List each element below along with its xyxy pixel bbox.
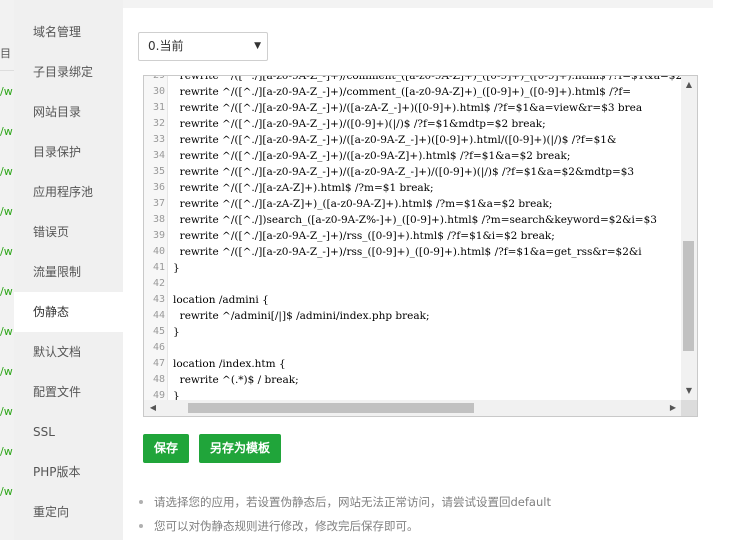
code-text: rewrite ^/([^./][a-z0-9A-Z_-]+)/comment_… — [173, 86, 632, 98]
sidebar-item-config-file[interactable]: 配置文件 — [14, 372, 123, 412]
scroll-up-icon[interactable]: ▲ — [681, 78, 697, 92]
line-number: 35 — [152, 166, 165, 177]
horizontal-scroll-thumb[interactable] — [188, 403, 474, 413]
code-text: location /admini { — [173, 294, 269, 306]
code-text: } — [173, 326, 180, 338]
background-fragment: /w — [0, 165, 13, 178]
chevron-down-icon: ▼ — [254, 41, 261, 51]
vertical-scroll-thumb[interactable] — [683, 241, 694, 351]
line-number: 30 — [152, 86, 165, 97]
background-fragment: /w — [0, 245, 13, 258]
line-number: 31 — [152, 102, 165, 113]
line-number: 48 — [152, 374, 165, 385]
line-number: 47 — [152, 358, 165, 369]
tip-item: 您可以对伪静态规则进行修改，修改完后保存即可。 — [138, 514, 718, 538]
scroll-right-icon[interactable]: ▶ — [666, 400, 680, 416]
line-number: 41 — [152, 262, 165, 273]
sidebar-item-ssl[interactable]: SSL — [14, 412, 123, 452]
background-fragment: /w — [0, 85, 13, 98]
sidebar-item-redirect[interactable]: 重定向 — [14, 492, 123, 532]
save-button[interactable]: 保存 — [143, 434, 189, 463]
rewrite-rule-select[interactable]: 0.当前 ▼ — [138, 32, 268, 61]
sidebar-item-dir-protection[interactable]: 目录保护 — [14, 132, 123, 172]
code-text: rewrite ^/([^./][a-z0-9A-Z_-]+)/([a-z0-9… — [173, 134, 617, 146]
scroll-left-icon[interactable]: ◀ — [146, 400, 160, 416]
background-page: 目 /w /w /w /w /w /w /w /w /w /w /w — [0, 0, 14, 540]
save-as-template-button[interactable]: 另存为模板 — [199, 434, 281, 463]
code-text: rewrite ^/([^./][a-z0-9A-Z_-]+)/([a-z0-9… — [173, 150, 571, 162]
line-number: 45 — [152, 326, 165, 337]
code-text: rewrite ^/([^./])search_([a-z0-9A-Z%-]+)… — [173, 214, 657, 226]
code-text: rewrite ^/([^./][a-z0-9A-Z_-]+)/comment_… — [179, 76, 682, 82]
line-number: 34 — [152, 150, 165, 161]
sidebar-item-error-page[interactable]: 错误页 — [14, 212, 123, 252]
sidebar-item-traffic-limit[interactable]: 流量限制 — [14, 252, 123, 292]
line-number: 42 — [152, 278, 165, 289]
code-text: rewrite ^(.*)$ / break; — [173, 374, 299, 386]
settings-sidebar: 域名管理 子目录绑定 网站目录 目录保护 应用程序池 错误页 流量限制 伪静态 … — [14, 0, 123, 540]
background-fragment: /w — [0, 325, 13, 338]
tip-item: 请选择您的应用，若设置伪静态后，网站无法正常访问，请尝试设置回default — [138, 490, 718, 514]
background-fragment: /w — [0, 445, 13, 458]
line-number: 38 — [152, 214, 165, 225]
background-fragment: /w — [0, 485, 13, 498]
line-number: 43 — [152, 294, 165, 305]
horizontal-scrollbar[interactable]: ◀ ▶ — [144, 400, 682, 416]
background-fragment: /w — [0, 205, 13, 218]
sidebar-item-rewrite[interactable]: 伪静态 — [14, 292, 123, 332]
code-text: location /index.htm { — [173, 358, 286, 370]
background-fragment: /w — [0, 405, 13, 418]
sidebar-item-default-doc[interactable]: 默认文档 — [14, 332, 123, 372]
line-number: 32 — [152, 118, 165, 129]
code-text: rewrite ^/([^./][a-zA-Z]+)_([a-z0-9A-Z]+… — [173, 198, 553, 210]
line-number: 40 — [152, 246, 165, 257]
code-text: rewrite ^/admini[/|]$ /admini/index.php … — [173, 310, 430, 322]
vertical-scrollbar[interactable]: ▲ ▼ — [681, 76, 697, 402]
line-number: 29 — [144, 76, 165, 84]
background-fragment: /w — [0, 365, 13, 378]
sidebar-item-subdir-binding[interactable]: 子目录绑定 — [14, 52, 123, 92]
sidebar-item-domain[interactable]: 域名管理 — [14, 12, 123, 52]
dialog-top-edge — [123, 0, 713, 8]
background-fragment: /w — [0, 125, 13, 138]
rewrite-rule-editor[interactable]: 29 rewrite ^/([^./][a-z0-9A-Z_-]+)/comme… — [143, 75, 698, 417]
line-number: 37 — [152, 198, 165, 209]
background-divider — [0, 70, 14, 71]
code-text: rewrite ^/([^./][a-z0-9A-Z_-]+)/([a-z0-9… — [173, 166, 635, 178]
code-text: rewrite ^/([^./][a-zA-Z]+).html$ /?m=$1 … — [173, 182, 434, 194]
line-number: 33 — [152, 134, 165, 145]
line-number: 44 — [152, 310, 165, 321]
code-text: } — [173, 262, 180, 274]
rewrite-rule-select-value: 0.当前 — [148, 39, 184, 53]
code-area[interactable]: 29 rewrite ^/([^./][a-z0-9A-Z_-]+)/comme… — [144, 76, 682, 402]
code-text: rewrite ^/([^./][a-z0-9A-Z_-]+)/rss_([0-… — [173, 246, 642, 258]
line-number: 39 — [152, 230, 165, 241]
code-text: rewrite ^/([^./][a-z0-9A-Z_-]+)/([a-zA-Z… — [173, 102, 643, 114]
background-fragment: /w — [0, 285, 13, 298]
scrollbar-corner — [681, 400, 697, 416]
line-number: 36 — [152, 182, 165, 193]
scroll-down-icon[interactable]: ▼ — [681, 384, 697, 398]
help-tips: 请选择您的应用，若设置伪静态后，网站无法正常访问，请尝试设置回default 您… — [138, 490, 718, 538]
sidebar-item-php-version[interactable]: PHP版本 — [14, 452, 123, 492]
code-text: rewrite ^/([^./][a-z0-9A-Z_-]+)/([0-9]+)… — [173, 118, 546, 130]
background-fragment: 目 — [0, 47, 11, 60]
sidebar-item-app-pool[interactable]: 应用程序池 — [14, 172, 123, 212]
sidebar-item-site-directory[interactable]: 网站目录 — [14, 92, 123, 132]
code-text: rewrite ^/([^./][a-z0-9A-Z_-]+)/rss_([0-… — [173, 230, 555, 242]
line-number: 46 — [152, 342, 165, 353]
